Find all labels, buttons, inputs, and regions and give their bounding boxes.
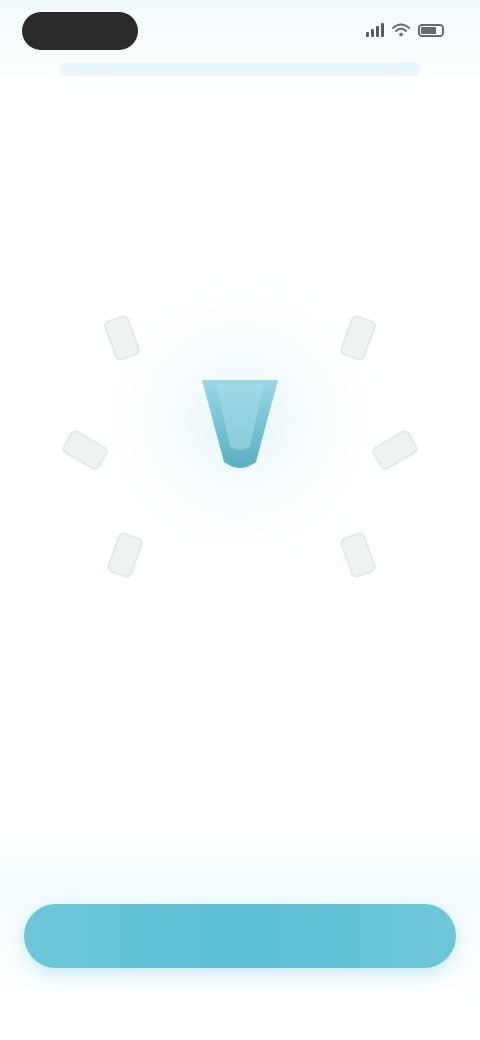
signal-icon bbox=[366, 23, 384, 37]
wifi-icon bbox=[392, 23, 410, 37]
tilt-down-left-icon bbox=[107, 532, 143, 578]
orientation-graphic bbox=[40, 250, 440, 630]
status-bar bbox=[0, 0, 480, 60]
calibration-screen bbox=[0, 0, 480, 1040]
header-divider bbox=[60, 62, 420, 76]
status-time-pill bbox=[22, 12, 138, 50]
battery-icon bbox=[418, 23, 444, 37]
skip-link[interactable] bbox=[190, 850, 290, 878]
tilt-down-right-icon bbox=[340, 532, 376, 578]
status-icons bbox=[366, 20, 444, 40]
start-calibration-button[interactable] bbox=[24, 904, 456, 968]
